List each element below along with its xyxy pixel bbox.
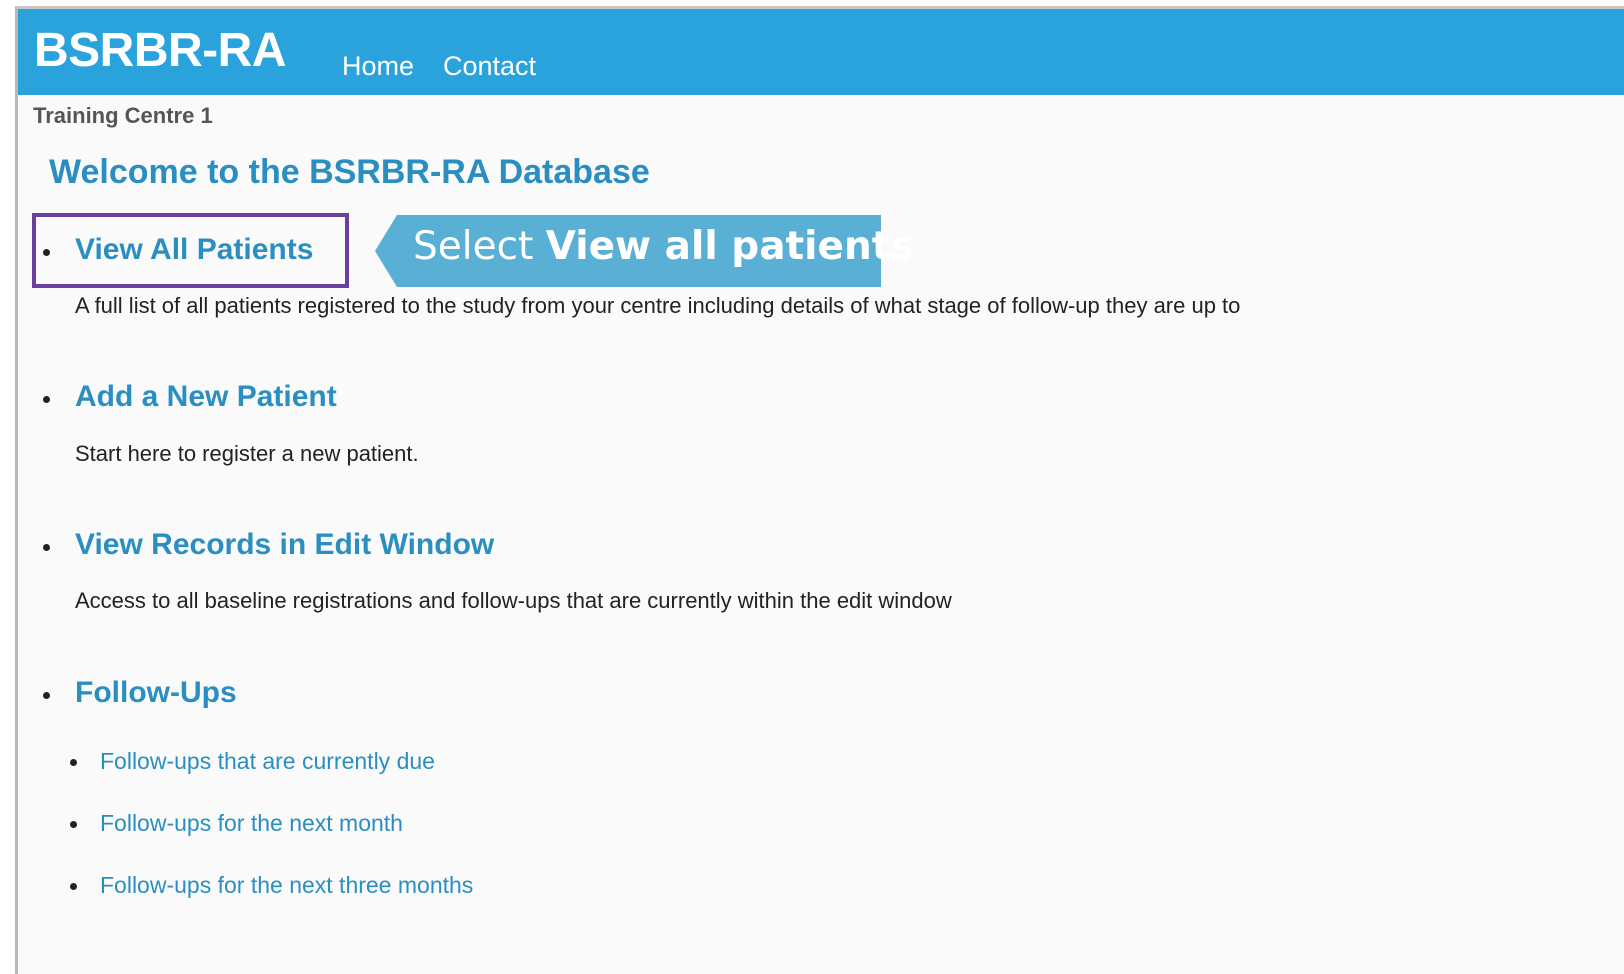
page-title: Welcome to the BSRBR-RA Database — [49, 153, 650, 191]
top-navbar: BSRBR-RA Home Contact — [18, 9, 1624, 95]
bullet-icon — [43, 544, 50, 551]
bullet-icon — [70, 883, 77, 890]
nav-home-link[interactable]: Home — [342, 51, 414, 82]
view-records-edit-window-link[interactable]: View Records in Edit Window — [75, 528, 494, 562]
bullet-icon — [70, 821, 77, 828]
bullet-icon — [43, 396, 50, 403]
centre-name: Training Centre 1 — [33, 103, 213, 128]
follow-ups-currently-due-link[interactable]: Follow-ups that are currently due — [100, 748, 435, 775]
view-records-description: Access to all baseline registrations and… — [75, 588, 952, 613]
browser-page: BSRBR-RA Home Contact Training Centre 1 … — [15, 6, 1624, 974]
brand-logo[interactable]: BSRBR-RA — [34, 23, 286, 78]
follow-ups-next-month-link[interactable]: Follow-ups for the next month — [100, 810, 403, 837]
follow-ups-link[interactable]: Follow-Ups — [75, 676, 237, 710]
nav-contact-link[interactable]: Contact — [443, 51, 536, 82]
bullet-icon — [70, 759, 77, 766]
instruction-callout: Select View all patients — [375, 215, 914, 287]
callout-prefix: Select — [413, 224, 546, 269]
bullet-icon — [43, 692, 50, 699]
highlight-box — [32, 213, 349, 288]
add-new-patient-description: Start here to register a new patient. — [75, 441, 419, 466]
view-all-patients-description: A full list of all patients registered t… — [75, 293, 1241, 318]
follow-ups-next-three-months-link[interactable]: Follow-ups for the next three months — [100, 872, 473, 899]
add-new-patient-link[interactable]: Add a New Patient — [75, 380, 337, 414]
callout-text: Select View all patients — [413, 224, 914, 269]
callout-emphasis: View all patients — [545, 224, 914, 269]
